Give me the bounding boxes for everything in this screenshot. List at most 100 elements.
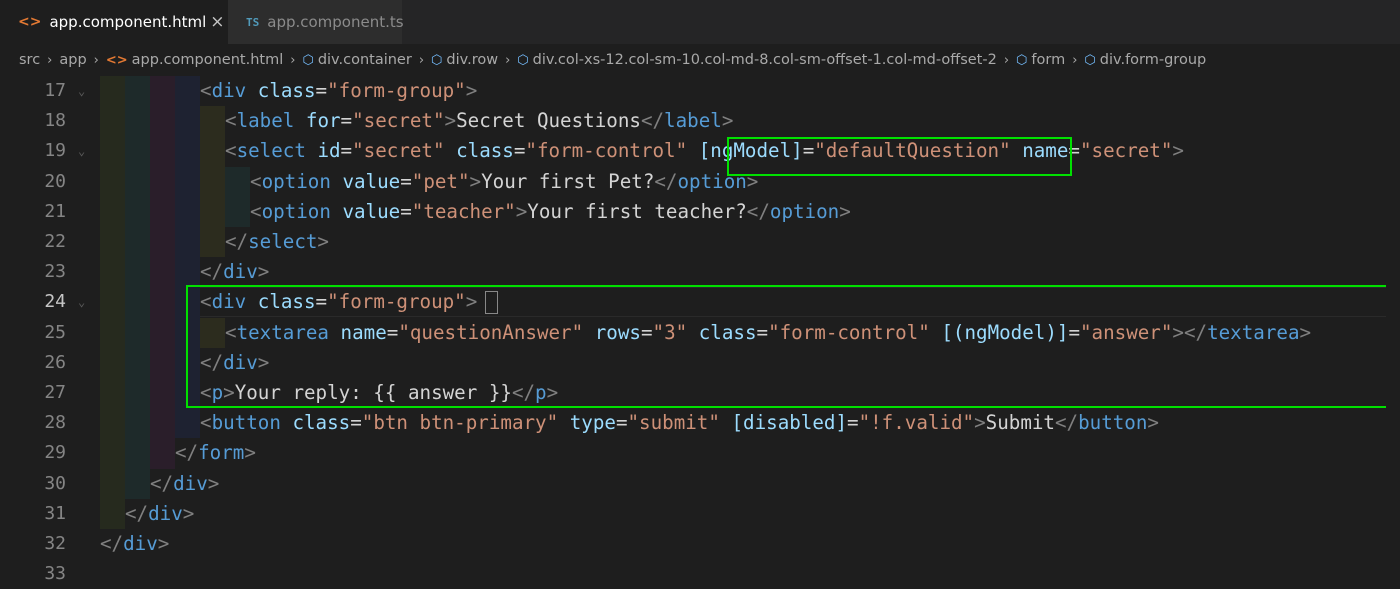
- code-line[interactable]: 29 </form>: [0, 438, 1400, 468]
- code-line[interactable]: 21 <option value="teacher">Your first tea…: [0, 197, 1400, 227]
- code-token: >: [974, 411, 986, 435]
- tag-name: option: [261, 199, 331, 223]
- line-number: 26: [44, 351, 66, 373]
- close-icon[interactable]: ×: [206, 12, 228, 32]
- code-token: <: [250, 199, 262, 223]
- code-token: Secret Questions: [456, 109, 641, 133]
- attribute-value: "pet": [411, 169, 470, 193]
- breadcrumb-label: src: [19, 52, 41, 68]
- breadcrumb-item[interactable]: src: [19, 52, 40, 68]
- attribute-value: "secret": [352, 109, 445, 133]
- tag-name: div: [211, 79, 247, 102]
- code-token: =: [350, 411, 362, 435]
- code-token: =: [340, 139, 353, 163]
- line-number: 28: [44, 412, 66, 434]
- code-line[interactable]: 23 </div>: [0, 257, 1400, 287]
- tag-name: select: [236, 139, 306, 163]
- code-token: <: [250, 169, 262, 193]
- line-number: 19: [44, 140, 66, 162]
- breadcrumb-item[interactable]: <> app.component.html: [106, 52, 283, 68]
- attribute-value: "secret": [352, 139, 445, 163]
- chevron-right-icon: ›: [93, 52, 99, 68]
- chevron-right-icon: ›: [1072, 52, 1078, 68]
- code-token: </: [125, 501, 149, 525]
- attribute-name: type: [569, 411, 616, 435]
- code-token: >: [1172, 139, 1184, 163]
- breadcrumb-item[interactable]: ⬡ div.col-xs-12.col-sm-10.col-md-8.col-sm…: [517, 52, 997, 68]
- attribute-value: "form-group": [327, 79, 466, 102]
- breadcrumb-item[interactable]: ⬡ div.row: [431, 52, 498, 68]
- code-line[interactable]: 17 ⌄ <div class="form-group">: [0, 76, 1400, 106]
- code-line[interactable]: 18 <label for="secret">Secret Questions</…: [0, 106, 1400, 136]
- attribute-value: "!f.valid": [858, 411, 975, 435]
- code-token: =: [615, 411, 628, 435]
- tag-name: option: [769, 199, 840, 223]
- code-line[interactable]: 22 </select>: [0, 227, 1400, 257]
- editor-scrollbar[interactable]: [1386, 76, 1400, 586]
- code-text: <label for="secret">Secret Questions</la…: [225, 106, 733, 136]
- line-number: 22: [44, 231, 66, 252]
- code-line[interactable]: 28 <button class="btn btn-primary" type="…: [0, 408, 1400, 438]
- tag-name: button: [1078, 411, 1148, 435]
- code-token: </: [225, 230, 249, 253]
- code-token: </: [175, 441, 199, 465]
- code-token: Your first Pet?: [481, 169, 655, 193]
- code-token: Submit: [985, 411, 1055, 435]
- tag-name: button: [211, 411, 281, 435]
- code-token: >: [465, 79, 478, 102]
- code-line[interactable]: 33: [0, 559, 1400, 589]
- code-editor[interactable]: 17 ⌄ <div class="form-group"> 18 <label for=…: [0, 76, 1400, 586]
- attribute-name: value: [342, 169, 401, 193]
- code-token: </: [654, 169, 678, 193]
- code-token: >: [157, 532, 170, 555]
- line-number: 21: [44, 200, 66, 222]
- fold-chevron-icon[interactable]: ⌄: [78, 76, 85, 106]
- line-number: 23: [44, 261, 66, 283]
- code-line[interactable]: 19 ⌄ <select id="secret" class="form-contr…: [0, 136, 1400, 166]
- code-token: </: [746, 199, 770, 223]
- code-token: </: [640, 109, 665, 133]
- attribute-value: "submit": [627, 411, 720, 435]
- tab-app-component-ts[interactable]: TS app.component.ts: [228, 0, 404, 44]
- code-text: <div class="form-group">: [200, 76, 477, 106]
- breadcrumb-item[interactable]: ⬡ div.container: [302, 52, 411, 68]
- tag-name: option: [261, 169, 331, 193]
- code-token: =: [315, 79, 328, 102]
- code-text: <option value="pet">Your first Pet?</opt…: [250, 167, 758, 197]
- attribute-value: "teacher": [411, 199, 516, 223]
- attribute-value: "btn btn-primary": [361, 411, 559, 435]
- line-number: 18: [44, 110, 66, 132]
- attribute-name: class: [292, 411, 351, 435]
- html-file-icon: <>: [105, 52, 128, 68]
- attribute-value: "secret": [1079, 139, 1173, 163]
- code-text: </div>: [125, 499, 194, 529]
- line-number: 33: [44, 563, 66, 585]
- fold-chevron-icon[interactable]: ⌄: [78, 287, 85, 317]
- line-number: 29: [44, 442, 66, 464]
- breadcrumb: src › app › <> app.component.html › ⬡ div.contai…: [0, 44, 1400, 76]
- code-token: <: [225, 139, 237, 163]
- code-line[interactable]: 32 </div>: [0, 529, 1400, 559]
- code-token: >: [839, 199, 851, 223]
- tab-label: app.component.html: [49, 13, 207, 31]
- code-token: >: [207, 471, 220, 495]
- code-token: >: [721, 109, 734, 133]
- tab-app-component-html[interactable]: <> app.component.html ×: [0, 0, 228, 44]
- breadcrumb-item[interactable]: ⬡ form: [1016, 52, 1065, 68]
- code-token: >: [182, 501, 195, 525]
- line-number: 17: [44, 80, 66, 101]
- line-number: 20: [44, 170, 66, 192]
- tag-name: div: [173, 471, 208, 495]
- breadcrumb-label: app: [59, 52, 87, 68]
- code-line[interactable]: 20 <option value="pet">Your first Pet?</o…: [0, 167, 1400, 197]
- breadcrumb-item[interactable]: ⬡ div.form-group: [1084, 52, 1206, 68]
- code-line[interactable]: 30 </div>: [0, 469, 1400, 499]
- code-line[interactable]: 31 </div>: [0, 499, 1400, 529]
- code-text: </select>: [225, 227, 329, 257]
- breadcrumb-item[interactable]: app: [59, 52, 86, 68]
- fold-chevron-icon[interactable]: ⌄: [78, 136, 85, 166]
- chevron-right-icon: ›: [505, 52, 511, 68]
